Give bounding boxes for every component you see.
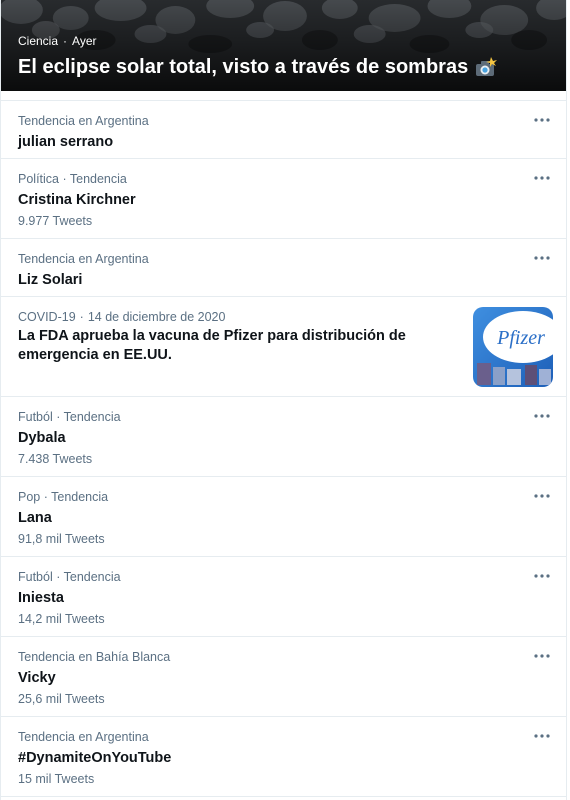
trend-item[interactable]: Pop · Tendencia Lana 91,8 mil Tweets <box>1 477 566 557</box>
trend-context: Futból · Tendencia <box>18 410 121 424</box>
news-title: La FDA aprueba la vacuna de Pfizer para … <box>18 328 406 363</box>
more-options-button[interactable] <box>533 251 551 265</box>
more-options-button[interactable] <box>533 171 551 185</box>
trend-item[interactable]: Futból · Tendencia Dybala 7.438 Tweets <box>1 397 566 477</box>
hero-title: El eclipse solar total, visto a través d… <box>18 56 469 78</box>
news-text: COVID-19 · 14 de diciembre de 2020 La FD… <box>18 309 448 365</box>
trend-item[interactable]: Tendencia en Argentina Liz Solari <box>1 239 566 297</box>
trend-tweet-count: 91,8 mil Tweets <box>18 532 105 546</box>
news-thumbnail: Pfizer <box>473 307 553 387</box>
trend-context: Política · Tendencia <box>18 172 127 186</box>
trend-context: Pop · Tendencia <box>18 490 109 504</box>
trend-context: Tendencia en Argentina <box>18 252 149 266</box>
more-options-button[interactable] <box>533 489 551 503</box>
more-options-button[interactable] <box>533 729 551 743</box>
more-options-button[interactable] <box>533 409 551 423</box>
trend-name: Vicky <box>18 670 56 686</box>
more-options-button[interactable] <box>533 113 551 127</box>
trend-item[interactable]: Tendencia en Argentina #DynamiteOnYouTub… <box>1 717 566 797</box>
hero-spacer <box>1 91 566 101</box>
pfizer-logo-text: Pfizer <box>496 327 545 349</box>
trend-name: Iniesta <box>18 590 64 606</box>
trend-name: Dybala <box>18 430 66 446</box>
trend-tweet-count: 14,2 mil Tweets <box>18 612 105 626</box>
hero-separator: · <box>63 34 68 48</box>
trend-item[interactable]: Tendencia en Bahía Blanca Vicky 25,6 mil… <box>1 637 566 717</box>
more-options-button[interactable] <box>533 649 551 663</box>
trend-name: Liz Solari <box>18 272 83 288</box>
hero-category: Ciencia <box>18 34 59 48</box>
trend-name: Cristina Kirchner <box>18 192 136 208</box>
more-options-icon <box>534 494 550 498</box>
news-meta: COVID-19 · 14 de diciembre de 2020 <box>18 309 448 325</box>
more-options-icon <box>534 574 550 578</box>
trend-context: Tendencia en Argentina <box>18 730 149 744</box>
more-options-icon <box>534 118 550 122</box>
trend-tweet-count: 9.977 Tweets <box>18 214 93 228</box>
news-date: 14 de diciembre de 2020 <box>87 310 226 324</box>
more-options-icon <box>534 654 550 658</box>
hero-title-row: El eclipse solar total, visto a través d… <box>18 55 554 79</box>
hero-banner[interactable]: Ciencia · Ayer El eclipse solar total, v… <box>1 0 566 91</box>
trend-context: Futból · Tendencia <box>18 570 121 584</box>
trend-tweet-count: 25,6 mil Tweets <box>18 692 105 706</box>
more-options-icon <box>534 414 550 418</box>
hero-time: Ayer <box>72 34 97 48</box>
news-item[interactable]: COVID-19 · 14 de diciembre de 2020 La FD… <box>1 297 566 397</box>
trends-panel: Ciencia · Ayer El eclipse solar total, v… <box>0 0 567 800</box>
trend-context: Tendencia en Bahía Blanca <box>18 650 171 664</box>
trend-item[interactable]: Tendencia en Argentina julian serrano <box>1 101 566 159</box>
trend-tweet-count: 7.438 Tweets <box>18 452 93 466</box>
trend-context: Tendencia en Argentina <box>18 114 149 128</box>
more-options-icon <box>534 176 550 180</box>
news-separator: · <box>79 310 84 324</box>
trend-item[interactable]: Futból · Tendencia Iniesta 14,2 mil Twee… <box>1 557 566 637</box>
camera-flash-icon <box>473 56 498 78</box>
trend-item[interactable]: Política · Tendencia Cristina Kirchner 9… <box>1 159 566 239</box>
more-options-icon <box>534 734 550 738</box>
more-options-icon <box>534 256 550 260</box>
trend-name: Lana <box>18 510 52 526</box>
hero-meta: Ciencia · Ayer <box>18 33 554 49</box>
news-category: COVID-19 <box>18 310 76 324</box>
more-options-button[interactable] <box>533 569 551 583</box>
trend-name: #DynamiteOnYouTube <box>18 750 172 766</box>
trend-name: julian serrano <box>18 134 114 150</box>
trend-tweet-count: 15 mil Tweets <box>18 772 95 786</box>
hero-text: Ciencia · Ayer El eclipse solar total, v… <box>18 33 554 79</box>
